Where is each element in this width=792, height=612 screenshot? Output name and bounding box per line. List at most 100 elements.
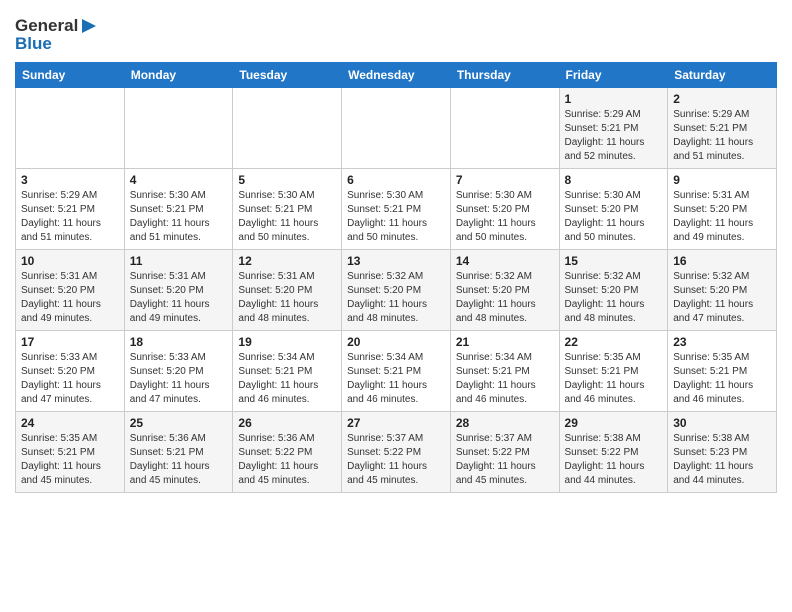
day-number: 15 bbox=[565, 254, 663, 268]
day-number: 28 bbox=[456, 416, 554, 430]
weekday-header-monday: Monday bbox=[124, 63, 233, 88]
calendar-cell: 6 Sunrise: 5:30 AM Sunset: 5:21 PM Daylig… bbox=[342, 169, 451, 250]
day-number: 13 bbox=[347, 254, 445, 268]
day-number: 9 bbox=[673, 173, 771, 187]
day-info: Sunrise: 5:34 AM Sunset: 5:21 PM Dayligh… bbox=[238, 351, 336, 407]
day-number: 5 bbox=[238, 173, 336, 187]
weekday-header-tuesday: Tuesday bbox=[233, 63, 342, 88]
calendar-cell: 7 Sunrise: 5:30 AM Sunset: 5:20 PM Daylig… bbox=[450, 169, 559, 250]
day-number: 30 bbox=[673, 416, 771, 430]
calendar-cell: 29 Sunrise: 5:38 AM Sunset: 5:22 PM Dayli… bbox=[559, 412, 668, 493]
day-info: Sunrise: 5:38 AM Sunset: 5:22 PM Dayligh… bbox=[565, 432, 663, 488]
day-info: Sunrise: 5:31 AM Sunset: 5:20 PM Dayligh… bbox=[673, 189, 771, 245]
calendar-cell: 11Sunrise: 5:31 AM Sunset: 5:20 PM Dayli… bbox=[124, 250, 233, 331]
weekday-header-sunday: Sunday bbox=[16, 63, 125, 88]
logo: General Blue bbox=[15, 16, 98, 54]
day-number: 11 bbox=[130, 254, 228, 268]
calendar-cell: 8 Sunrise: 5:30 AM Sunset: 5:20 PM Daylig… bbox=[559, 169, 668, 250]
calendar-cell: 27 Sunrise: 5:37 AM Sunset: 5:22 PM Dayli… bbox=[342, 412, 451, 493]
blue-flag-icon bbox=[80, 17, 98, 35]
calendar-table: SundayMondayTuesdayWednesdayThursdayFrid… bbox=[15, 62, 777, 493]
day-number: 26 bbox=[238, 416, 336, 430]
day-info: Sunrise: 5:29 AM Sunset: 5:21 PM Dayligh… bbox=[565, 108, 663, 164]
calendar-cell: 9 Sunrise: 5:31 AM Sunset: 5:20 PM Daylig… bbox=[668, 169, 777, 250]
calendar-cell: 25 Sunrise: 5:36 AM Sunset: 5:21 PM Dayli… bbox=[124, 412, 233, 493]
calendar-cell: 26 Sunrise: 5:36 AM Sunset: 5:22 PM Dayli… bbox=[233, 412, 342, 493]
day-number: 24 bbox=[21, 416, 119, 430]
calendar-cell: 12 Sunrise: 5:31 AM Sunset: 5:20 PM Dayli… bbox=[233, 250, 342, 331]
day-number: 2 bbox=[673, 92, 771, 106]
day-number: 12 bbox=[238, 254, 336, 268]
day-info: Sunrise: 5:29 AM Sunset: 5:21 PM Dayligh… bbox=[673, 108, 771, 164]
day-number: 29 bbox=[565, 416, 663, 430]
calendar-cell: 22Sunrise: 5:35 AM Sunset: 5:21 PM Dayli… bbox=[559, 331, 668, 412]
day-number: 17 bbox=[21, 335, 119, 349]
calendar-cell: 20 Sunrise: 5:34 AM Sunset: 5:21 PM Dayli… bbox=[342, 331, 451, 412]
weekday-header-friday: Friday bbox=[559, 63, 668, 88]
calendar-cell: 24 Sunrise: 5:35 AM Sunset: 5:21 PM Dayli… bbox=[16, 412, 125, 493]
day-info: Sunrise: 5:35 AM Sunset: 5:21 PM Dayligh… bbox=[565, 351, 663, 407]
day-info: Sunrise: 5:36 AM Sunset: 5:21 PM Dayligh… bbox=[130, 432, 228, 488]
day-info: Sunrise: 5:32 AM Sunset: 5:20 PM Dayligh… bbox=[673, 270, 771, 326]
day-number: 3 bbox=[21, 173, 119, 187]
calendar-cell: 10 Sunrise: 5:31 AM Sunset: 5:20 PM Dayli… bbox=[16, 250, 125, 331]
calendar-cell: 14 Sunrise: 5:32 AM Sunset: 5:20 PM Dayli… bbox=[450, 250, 559, 331]
calendar-cell: 30 Sunrise: 5:38 AM Sunset: 5:23 PM Dayli… bbox=[668, 412, 777, 493]
day-info: Sunrise: 5:35 AM Sunset: 5:21 PM Dayligh… bbox=[673, 351, 771, 407]
day-info: Sunrise: 5:33 AM Sunset: 5:20 PM Dayligh… bbox=[130, 351, 228, 407]
day-info: Sunrise: 5:30 AM Sunset: 5:21 PM Dayligh… bbox=[347, 189, 445, 245]
day-info: Sunrise: 5:29 AM Sunset: 5:21 PM Dayligh… bbox=[21, 189, 119, 245]
calendar-cell: 19 Sunrise: 5:34 AM Sunset: 5:21 PM Dayli… bbox=[233, 331, 342, 412]
calendar-cell: 16 Sunrise: 5:32 AM Sunset: 5:20 PM Dayli… bbox=[668, 250, 777, 331]
day-number: 19 bbox=[238, 335, 336, 349]
day-info: Sunrise: 5:32 AM Sunset: 5:20 PM Dayligh… bbox=[565, 270, 663, 326]
calendar-cell: 15 Sunrise: 5:32 AM Sunset: 5:20 PM Dayli… bbox=[559, 250, 668, 331]
page-header: General Blue bbox=[15, 10, 777, 54]
calendar-cell bbox=[342, 88, 451, 169]
weekday-header-row: SundayMondayTuesdayWednesdayThursdayFrid… bbox=[16, 63, 777, 88]
day-number: 20 bbox=[347, 335, 445, 349]
day-info: Sunrise: 5:31 AM Sunset: 5:20 PM Dayligh… bbox=[21, 270, 119, 326]
calendar-cell bbox=[124, 88, 233, 169]
day-number: 14 bbox=[456, 254, 554, 268]
calendar-week-row: 10 Sunrise: 5:31 AM Sunset: 5:20 PM Dayli… bbox=[16, 250, 777, 331]
day-info: Sunrise: 5:33 AM Sunset: 5:20 PM Dayligh… bbox=[21, 351, 119, 407]
day-number: 7 bbox=[456, 173, 554, 187]
calendar-cell: 3 Sunrise: 5:29 AM Sunset: 5:21 PM Daylig… bbox=[16, 169, 125, 250]
calendar-cell: 5 Sunrise: 5:30 AM Sunset: 5:21 PM Daylig… bbox=[233, 169, 342, 250]
calendar-cell: 1 Sunrise: 5:29 AM Sunset: 5:21 PM Daylig… bbox=[559, 88, 668, 169]
day-number: 16 bbox=[673, 254, 771, 268]
day-info: Sunrise: 5:32 AM Sunset: 5:20 PM Dayligh… bbox=[456, 270, 554, 326]
day-info: Sunrise: 5:37 AM Sunset: 5:22 PM Dayligh… bbox=[456, 432, 554, 488]
day-number: 1 bbox=[565, 92, 663, 106]
weekday-header-wednesday: Wednesday bbox=[342, 63, 451, 88]
day-info: Sunrise: 5:35 AM Sunset: 5:21 PM Dayligh… bbox=[21, 432, 119, 488]
day-number: 10 bbox=[21, 254, 119, 268]
calendar-cell: 2 Sunrise: 5:29 AM Sunset: 5:21 PM Daylig… bbox=[668, 88, 777, 169]
day-info: Sunrise: 5:30 AM Sunset: 5:20 PM Dayligh… bbox=[565, 189, 663, 245]
day-number: 8 bbox=[565, 173, 663, 187]
calendar-cell: 23 Sunrise: 5:35 AM Sunset: 5:21 PM Dayli… bbox=[668, 331, 777, 412]
day-info: Sunrise: 5:32 AM Sunset: 5:20 PM Dayligh… bbox=[347, 270, 445, 326]
day-info: Sunrise: 5:31 AM Sunset: 5:20 PM Dayligh… bbox=[238, 270, 336, 326]
calendar-cell bbox=[16, 88, 125, 169]
day-number: 25 bbox=[130, 416, 228, 430]
weekday-header-saturday: Saturday bbox=[668, 63, 777, 88]
day-number: 6 bbox=[347, 173, 445, 187]
calendar-cell bbox=[233, 88, 342, 169]
calendar-cell: 21Sunrise: 5:34 AM Sunset: 5:21 PM Dayli… bbox=[450, 331, 559, 412]
day-number: 27 bbox=[347, 416, 445, 430]
day-info: Sunrise: 5:34 AM Sunset: 5:21 PM Dayligh… bbox=[347, 351, 445, 407]
day-info: Sunrise: 5:30 AM Sunset: 5:21 PM Dayligh… bbox=[130, 189, 228, 245]
day-info: Sunrise: 5:37 AM Sunset: 5:22 PM Dayligh… bbox=[347, 432, 445, 488]
day-info: Sunrise: 5:30 AM Sunset: 5:20 PM Dayligh… bbox=[456, 189, 554, 245]
day-info: Sunrise: 5:38 AM Sunset: 5:23 PM Dayligh… bbox=[673, 432, 771, 488]
day-number: 23 bbox=[673, 335, 771, 349]
calendar-cell: 17 Sunrise: 5:33 AM Sunset: 5:20 PM Dayli… bbox=[16, 331, 125, 412]
day-info: Sunrise: 5:36 AM Sunset: 5:22 PM Dayligh… bbox=[238, 432, 336, 488]
calendar-week-row: 3 Sunrise: 5:29 AM Sunset: 5:21 PM Daylig… bbox=[16, 169, 777, 250]
calendar-week-row: 1 Sunrise: 5:29 AM Sunset: 5:21 PM Daylig… bbox=[16, 88, 777, 169]
day-info: Sunrise: 5:30 AM Sunset: 5:21 PM Dayligh… bbox=[238, 189, 336, 245]
day-number: 21 bbox=[456, 335, 554, 349]
day-number: 4 bbox=[130, 173, 228, 187]
